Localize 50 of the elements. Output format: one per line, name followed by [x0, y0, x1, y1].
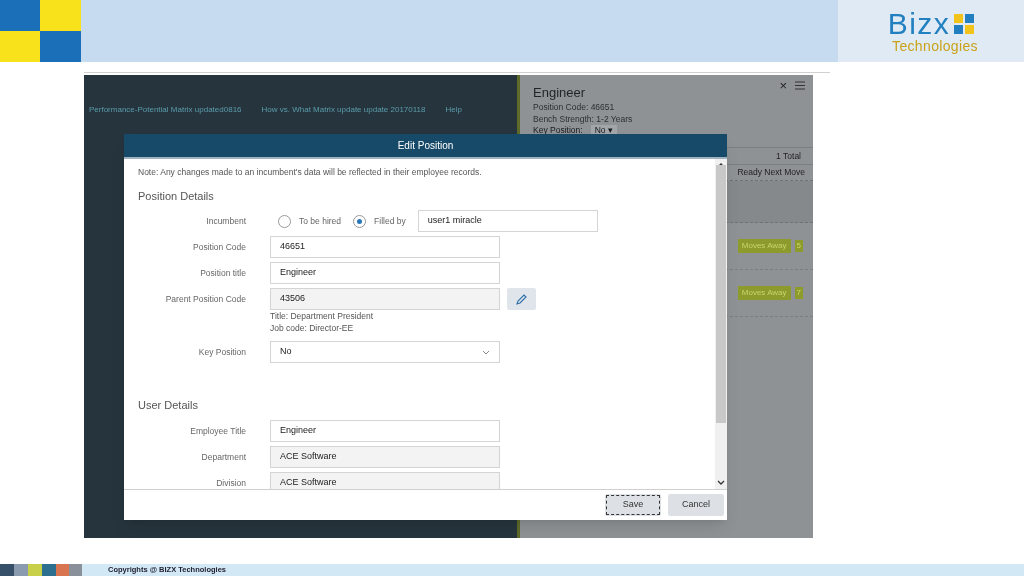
radio-label: To be hired [299, 214, 342, 228]
scrollbar[interactable] [715, 159, 727, 489]
dialog-button[interactable]: Cancel [668, 494, 724, 516]
color-squares-icon [0, 564, 82, 576]
total-count: 1 Total [776, 149, 801, 163]
readonly-field: ACE Software [270, 445, 500, 468]
radio-label: Filled by [374, 214, 406, 228]
field-label: Division [215, 476, 246, 489]
scrollbar-thumb[interactable] [716, 165, 726, 423]
input-field[interactable]: user1 miracle [417, 210, 598, 232]
checker-logo-icon [0, 0, 81, 62]
column-header: Ready Next Move [737, 166, 805, 179]
input-field[interactable]: 46651 [270, 236, 500, 258]
info-text: Job code: Director-EE [270, 322, 355, 334]
panel-detail-text: Position Code: 46651 [533, 101, 616, 113]
logo-text: Bizx [887, 9, 951, 39]
panel-title: Engineer [533, 86, 587, 99]
dropdown[interactable]: No [270, 341, 500, 363]
close-button[interactable]: × [779, 79, 787, 92]
radio-button[interactable] [278, 214, 291, 228]
radio-button[interactable] [353, 214, 367, 228]
input-field[interactable]: Engineer [270, 262, 500, 284]
note-text: Note: Any changes made to an incumbent's data will be reflected in their employee records. [138, 168, 483, 177]
field-label: Position Code [192, 241, 246, 254]
readonly-field: 43506 [270, 288, 500, 310]
field-label: Key Position [197, 346, 246, 359]
squares-logo-icon [954, 14, 975, 34]
nav-link[interactable]: Performance-Potential Matrix updated0816 [89, 104, 242, 116]
key-position-label: Key Position: [533, 125, 583, 135]
logo-tagline: Technologies [892, 39, 978, 53]
scroll-down-icon[interactable] [717, 480, 725, 485]
info-text: Title: Department President [270, 310, 375, 322]
pencil-icon [515, 292, 528, 306]
field-label: Incumbent [205, 215, 246, 228]
field-label: Employee Title [189, 424, 246, 438]
panel-detail-text: Bench Strength: 1-2 Years [533, 113, 634, 125]
nav-link[interactable]: Help [445, 104, 462, 116]
edit-button[interactable] [507, 288, 536, 310]
section-heading: Position Details [138, 188, 215, 204]
chevron-down-icon [482, 349, 490, 355]
dialog-title: Edit Position [397, 139, 454, 153]
readonly-field: ACE Software [270, 471, 500, 489]
input-field[interactable]: Engineer [270, 419, 500, 442]
dialog-button[interactable]: Save [605, 494, 661, 516]
section-heading: User Details [138, 398, 199, 413]
field-label: Parent Position Code [164, 293, 246, 306]
nav-link[interactable]: How vs. What Matrix update update 20170118 [261, 104, 426, 116]
menu-icon[interactable] [795, 81, 805, 90]
field-label: Position title [199, 267, 246, 280]
field-label: Department [200, 450, 246, 464]
